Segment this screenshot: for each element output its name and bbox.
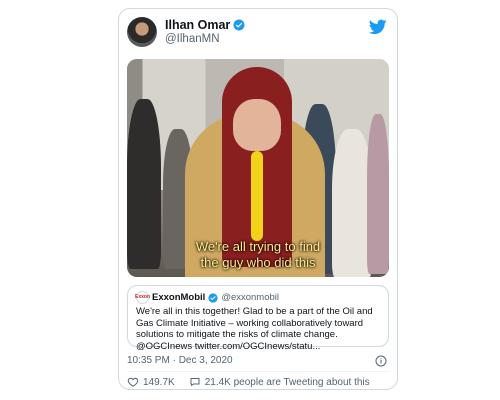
conversation-label: 21.4K people are Tweeting about this	[204, 376, 370, 388]
video-caption: We're all trying to find the guy who did…	[127, 239, 389, 271]
quoted-author-handle[interactable]: @exxonmobil	[221, 292, 279, 304]
mustard-stripe	[251, 151, 263, 241]
like-button[interactable]: 149.7K	[127, 376, 175, 388]
tweet-header: Ilhan Omar @IlhanMN	[127, 17, 389, 51]
quoted-tweet-text: We're all in this together! Glad to be a…	[136, 306, 373, 352]
costume-face	[233, 99, 281, 151]
video-caption-line: We're all trying to find	[195, 239, 321, 254]
quoted-tweet[interactable]: Exxon ExxonMobil @exxonmobil We're all i…	[127, 285, 389, 352]
tweet-card[interactable]: Ilhan Omar @IlhanMN We're all trying to …	[118, 8, 398, 390]
like-count: 149.7K	[143, 376, 175, 388]
quoted-author-name[interactable]: ExxonMobil	[152, 292, 205, 304]
chat-bubble-icon	[190, 378, 200, 386]
avatar[interactable]	[127, 17, 157, 47]
exxonmobil-avatar[interactable]: Exxon	[135, 291, 151, 304]
conversation-button[interactable]: 21.4K people are Tweeting about this	[189, 376, 370, 388]
verified-badge-icon	[233, 19, 245, 31]
tweet-meta: 10:35 PM · Dec 3, 2020	[127, 355, 389, 369]
divider	[127, 371, 389, 372]
author-name-row[interactable]: Ilhan Omar	[165, 18, 245, 32]
exxonmobil-logo-text: Exxon	[135, 293, 151, 300]
twitter-bird-icon[interactable]	[369, 19, 387, 35]
video-media[interactable]: We're all trying to find the guy who did…	[127, 59, 389, 277]
author-display-name[interactable]: Ilhan Omar	[165, 18, 230, 32]
tweet-actions: 149.7K 21.4K people are Tweeting about t…	[127, 375, 389, 389]
info-icon[interactable]	[375, 355, 387, 367]
quoted-tweet-header: Exxon ExxonMobil @exxonmobil	[135, 291, 380, 304]
heart-icon	[127, 377, 139, 387]
author-handle[interactable]: @IlhanMN	[165, 33, 220, 45]
tweet-timestamp[interactable]: 10:35 PM · Dec 3, 2020	[127, 355, 233, 366]
video-caption-line: the guy who did this	[200, 255, 316, 270]
verified-badge-icon	[208, 292, 218, 303]
